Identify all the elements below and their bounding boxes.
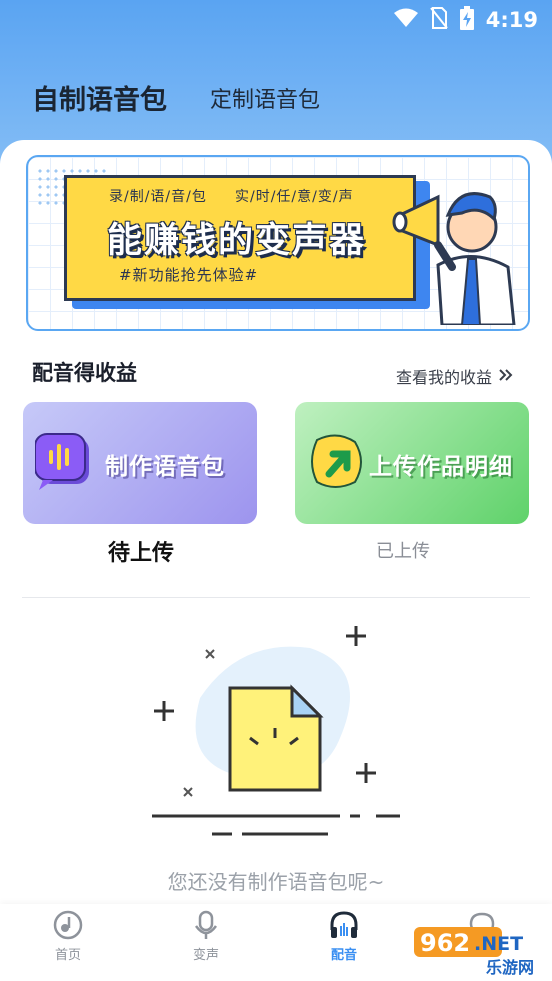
- tab-uploaded[interactable]: 已上传: [376, 537, 430, 563]
- site-watermark-logo: 962 .NET 乐游网: [414, 927, 534, 977]
- view-earnings-label: 查看我的收益: [396, 368, 493, 387]
- nav-dubbing-label: 配音: [330, 948, 357, 963]
- earnings-title: 配音得收益: [32, 361, 137, 385]
- music-disc-icon: [53, 910, 83, 940]
- nav-dubbing[interactable]: 配音: [304, 910, 384, 976]
- banner-card: 录/制/语/音/包 实/时/任/意/变/声 能赚钱的变声器 #新功能抢先体验#: [64, 175, 416, 301]
- megaphone-mascot-icon: [392, 192, 516, 325]
- svg-text:乐游网: 乐游网: [486, 958, 534, 977]
- tab-self-made-pack[interactable]: 自制语音包: [32, 78, 167, 117]
- banner-tag: #新功能抢先体验#: [119, 266, 259, 284]
- tab-custom-pack[interactable]: 定制语音包: [210, 82, 320, 114]
- nav-voice-change[interactable]: 变声: [166, 910, 246, 976]
- upload-arrow-icon: [311, 434, 362, 488]
- tab-pending-upload[interactable]: 待上传: [108, 535, 174, 567]
- status-bar: 4:19: [0, 0, 552, 40]
- nav-home[interactable]: 首页: [28, 910, 108, 976]
- empty-state-text: 您还没有制作语音包呢~: [167, 870, 385, 894]
- upload-details-card[interactable]: 上传作品明细: [295, 402, 529, 524]
- nav-home-label: 首页: [54, 948, 81, 963]
- svg-text:.NET: .NET: [474, 933, 523, 955]
- view-earnings-link[interactable]: 查看我的收益: [396, 364, 514, 388]
- make-voice-pack-label: 制作语音包: [105, 454, 225, 480]
- double-chevron-right-icon: [498, 367, 514, 386]
- upload-details-label: 上传作品明细: [369, 454, 513, 480]
- banner-subtitle-right: 实/时/任/意/变/声: [235, 189, 354, 205]
- banner-subtitle-left: 录/制/语/音/包: [109, 189, 207, 205]
- microphone-icon: [194, 910, 218, 939]
- no-sim-icon: [429, 7, 448, 33]
- wifi-icon: [393, 8, 418, 32]
- tab-bar: 自制语音包 定制语音包: [0, 70, 552, 120]
- nav-voice-change-label: 变声: [192, 948, 219, 963]
- divider: [22, 597, 530, 598]
- voice-pack-icon: [35, 433, 89, 490]
- clock: 4:19: [485, 8, 538, 32]
- headphones-icon: [330, 911, 358, 938]
- banner-title: 能赚钱的变声器: [107, 221, 367, 261]
- svg-text:962: 962: [420, 929, 470, 957]
- empty-document-icon: [152, 626, 400, 836]
- battery-charging-icon: [459, 6, 474, 34]
- promo-banner[interactable]: 录/制/语/音/包 实/时/任/意/变/声 能赚钱的变声器 #新功能抢先体验#: [26, 155, 530, 331]
- make-voice-pack-card[interactable]: 制作语音包: [23, 402, 257, 524]
